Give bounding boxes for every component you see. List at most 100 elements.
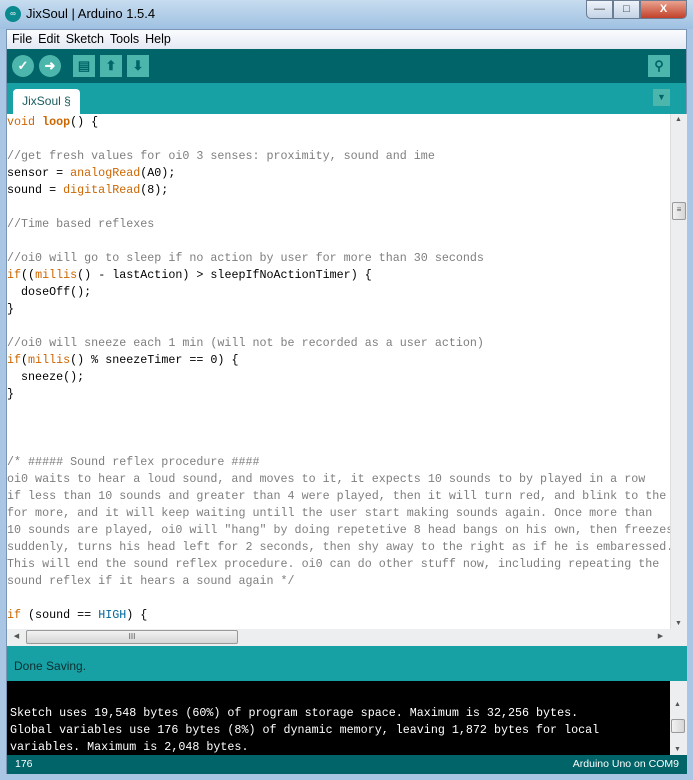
code-token: analogRead [70, 166, 141, 180]
code-token: millis [28, 353, 71, 367]
code-line: for more, and it will keep waiting until… [7, 505, 670, 522]
console-output: Sketch uses 19,548 bytes (60%) of progra… [7, 681, 670, 755]
code-line: void loop() { [7, 114, 670, 131]
board-port: Arduino Uno on COM9 [572, 758, 679, 770]
code-token: (8); [140, 183, 169, 197]
console-line: Sketch uses 19,548 bytes (60%) of progra… [10, 706, 579, 720]
code-token: if [7, 608, 22, 622]
code-line: /* ##### Sound reflex procedure #### [7, 454, 670, 471]
scroll-down-icon[interactable]: ▼ [671, 620, 686, 627]
code-token: () { [70, 115, 99, 129]
code-line: sensor = analogRead(A0); [7, 165, 670, 182]
code-line: //get fresh values for oi0 3 senses: pro… [7, 148, 670, 165]
code-token: oi0 waits to hear a loud sound, and move… [7, 472, 646, 486]
app-window: File Edit Sketch Tools Help ✓ ➜ ▤ ⬆ ⬇ ⚲ … [6, 29, 687, 774]
code-token: //Time based reflexes [7, 217, 155, 231]
footer-bar: 176 Arduino Uno on COM9 [7, 755, 687, 774]
code-token: (( [21, 268, 36, 282]
verify-button[interactable]: ✓ [12, 55, 34, 77]
scroll-right-icon[interactable]: ▶ [653, 632, 668, 640]
arduino-logo-icon: ∞ [5, 6, 21, 22]
tab-jixsoul[interactable]: JixSoul § [13, 89, 80, 114]
code-token: 10 sounds are played, oi0 will "hang" by… [7, 523, 670, 537]
code-line: } [7, 301, 670, 318]
tab-bar: JixSoul § ▼ [7, 83, 686, 114]
close-button[interactable]: X [640, 0, 687, 19]
menu-help[interactable]: Help [143, 30, 175, 49]
code-token: sound reflex if it hears a sound again *… [7, 574, 295, 588]
console-scroll-thumb[interactable] [671, 719, 685, 733]
menu-file[interactable]: File [10, 30, 36, 49]
code-token: suddenly, turns his head left for 2 seco… [7, 540, 670, 554]
vertical-scrollbar[interactable]: ▲ ≡ ▼ [670, 114, 687, 629]
console-scrollbar[interactable]: ▲ ▼ [670, 681, 687, 755]
scroll-up-icon[interactable]: ▲ [671, 116, 686, 123]
code-editor[interactable]: void loop() { //get fresh values for oi0 … [7, 114, 670, 629]
code-token: } [7, 302, 15, 316]
menu-bar: File Edit Sketch Tools Help [7, 30, 686, 49]
code-token: (sound == [21, 608, 99, 622]
code-token: HIGH [98, 608, 127, 622]
code-token: //oi0 will sneeze each 1 min (will not b… [7, 336, 484, 350]
code-token: doseOff(); [7, 285, 92, 299]
upload-button[interactable]: ➜ [39, 55, 61, 77]
code-content[interactable]: void loop() { //get fresh values for oi0 … [7, 114, 670, 624]
console-scroll-down-icon[interactable]: ▼ [670, 746, 685, 753]
scroll-corner [670, 629, 687, 646]
menu-edit[interactable]: Edit [36, 30, 64, 49]
code-token: digitalRead [63, 183, 141, 197]
console-scroll-up-icon[interactable]: ▲ [670, 701, 685, 708]
menu-tools[interactable]: Tools [108, 30, 143, 49]
code-line: if less than 10 sounds and greater than … [7, 488, 670, 505]
code-token: if [7, 353, 22, 367]
minimize-button[interactable]: — [586, 0, 613, 19]
console-line: variables. Maximum is 2,048 bytes. [10, 740, 249, 754]
toolbar: ✓ ➜ ▤ ⬆ ⬇ ⚲ [7, 49, 686, 83]
code-line: //oi0 will sneeze each 1 min (will not b… [7, 335, 670, 352]
code-token: sensor = [7, 166, 71, 180]
code-line: sneeze(); [7, 369, 670, 386]
code-token: //oi0 will go to sleep if no action by u… [7, 251, 484, 265]
new-button[interactable]: ▤ [73, 55, 95, 77]
tab-menu-button[interactable]: ▼ [653, 89, 670, 106]
maximize-button[interactable]: □ [613, 0, 640, 19]
code-token: //get fresh values for oi0 3 senses: pro… [7, 149, 435, 163]
code-line: if(millis() % sneezeTimer == 0) { [7, 352, 670, 369]
console-line: Global variables use 176 bytes (8%) of d… [10, 723, 600, 737]
vertical-scroll-thumb[interactable]: ≡ [672, 202, 686, 220]
scroll-left-icon[interactable]: ◀ [9, 632, 24, 640]
code-token: /* ##### Sound reflex procedure #### [7, 455, 260, 469]
code-token: void [7, 115, 36, 129]
code-token: (A0); [140, 166, 176, 180]
save-button[interactable]: ⬇ [127, 55, 149, 77]
code-line: doseOff(); [7, 284, 670, 301]
code-token: if [7, 268, 22, 282]
code-line: if (sound == HIGH) { [7, 607, 670, 624]
code-token: if less than 10 sounds and greater than … [7, 489, 667, 503]
window-title: JixSoul | Arduino 1.5.4 [26, 6, 156, 21]
code-line: if((millis() - lastAction) > sleepIfNoAc… [7, 267, 670, 284]
open-button[interactable]: ⬆ [100, 55, 122, 77]
code-token: for more, and it will keep waiting until… [7, 506, 653, 520]
status-message: Done Saving. [7, 646, 687, 681]
code-line: sound = digitalRead(8); [7, 182, 670, 199]
serial-monitor-button[interactable]: ⚲ [648, 55, 670, 77]
menu-sketch[interactable]: Sketch [64, 30, 108, 49]
code-line: suddenly, turns his head left for 2 seco… [7, 539, 670, 556]
code-token: This will end the sound reflex procedure… [7, 557, 660, 571]
horizontal-scrollbar[interactable]: ◀ III ▶ [7, 629, 670, 646]
horizontal-scroll-thumb[interactable]: III [26, 630, 238, 644]
code-token: ) { [126, 608, 148, 622]
code-token: sneeze(); [7, 370, 85, 384]
title-bar: ∞ JixSoul | Arduino 1.5.4 — □ X [0, 0, 693, 29]
code-token: () % sneezeTimer == 0) { [70, 353, 239, 367]
code-line: //Time based reflexes [7, 216, 670, 233]
code-token: millis [35, 268, 78, 282]
